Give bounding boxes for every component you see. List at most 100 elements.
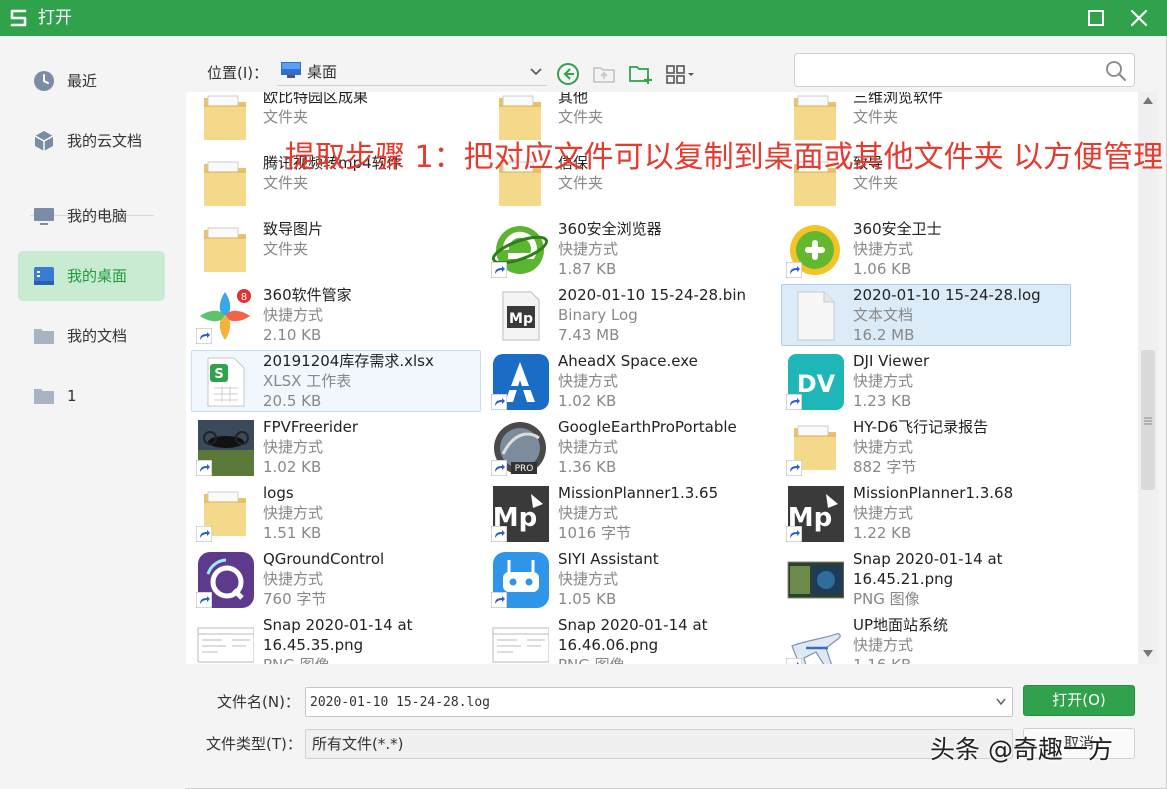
file-name: 20191204库存需求.xlsx — [263, 352, 434, 370]
search-box[interactable] — [794, 53, 1135, 87]
file-type: 快捷方式 — [558, 570, 619, 588]
up-folder-icon[interactable] — [591, 61, 617, 87]
shortcut-arrow-icon — [786, 658, 802, 664]
folder-icon — [204, 95, 246, 140]
file-thumbnail — [196, 156, 254, 212]
file-size: 1016 字节 — [558, 524, 631, 542]
chevron-down-icon[interactable] — [996, 698, 1006, 706]
svg-text:8: 8 — [241, 292, 247, 303]
file-item[interactable]: Snap 2020-01-14 at 16.45.21.png PNG 图像 — [781, 548, 1071, 610]
file-list[interactable]: 欧比特园区成果 文件夹 其他 文件夹 三维浏览软件 文件夹 腾讯视频转mp4软件 文件夹 信保文… — [186, 92, 1138, 664]
sidebar-item-label: 我的云文档 — [67, 132, 143, 150]
sidebar-item-label: 我的电脑 — [67, 207, 128, 225]
file-name: UP地面站系统 — [853, 616, 949, 634]
shortcut-arrow-icon — [196, 328, 212, 344]
file-item[interactable]: PRO GoogleEarthProPortable 快捷方式 1.36 KB — [486, 416, 776, 478]
file-size: 1.22 KB — [853, 524, 912, 542]
file-thumbnail — [491, 618, 549, 664]
sidebar-item-my-documents[interactable]: 我的文档 — [18, 311, 165, 361]
file-item[interactable]: 2020-01-10 15-24-28.log 文本文档 16.2 MB — [781, 284, 1071, 346]
location-value: 桌面 — [307, 63, 338, 81]
file-type: 快捷方式 — [558, 504, 619, 522]
open-button[interactable]: 打开(O) — [1023, 685, 1135, 716]
filetype-select[interactable]: 所有文件(*.*) — [305, 729, 1013, 759]
shortcut-arrow-icon — [786, 394, 802, 410]
file-item[interactable]: Mp 2020-01-10 15-24-28.bin Binary Log 7.43 … — [486, 284, 776, 346]
file-type: 文件夹 — [558, 108, 604, 126]
file-item[interactable]: HY-D6飞行记录报告 快捷方式 882 字节 — [781, 416, 1071, 478]
file-thumbnail — [786, 222, 844, 278]
file-name: SIYI Assistant — [558, 550, 659, 568]
file-type: 文件夹 — [853, 108, 899, 126]
search-input[interactable] — [803, 58, 1103, 82]
file-type: 文件夹 — [263, 108, 309, 126]
file-name: 欧比特园区成果 — [263, 92, 369, 106]
location-dropdown[interactable]: 桌面 — [277, 58, 547, 86]
annotation-overlay: 提取步骤 1：把对应文件可以复制到桌面或其他文件夹 以方便管理 — [285, 140, 1164, 175]
file-item[interactable]: UP地面站系统快捷方式1.16 KB — [781, 614, 1071, 664]
file-size: 1.36 KB — [558, 458, 617, 476]
search-icon[interactable] — [1105, 60, 1127, 82]
file-size: 1.06 KB — [853, 260, 912, 278]
sidebar-item-my-computer[interactable]: 我的电脑 — [18, 191, 165, 241]
cloud-cube-icon — [34, 131, 54, 151]
file-item[interactable]: Mp MissionPlanner1.3.68 快捷方式 1.22 KB — [781, 482, 1071, 544]
sidebar-item-folder-1[interactable]: 1 — [18, 371, 165, 421]
file-type: 快捷方式 — [853, 438, 914, 456]
new-folder-icon[interactable] — [627, 61, 653, 87]
sidebar-item-recent[interactable]: 最近 — [18, 56, 165, 106]
scroll-down-icon[interactable] — [1143, 650, 1153, 658]
file-item[interactable]: 360安全卫士 快捷方式 1.06 KB — [781, 218, 1071, 280]
filename-input[interactable] — [310, 691, 990, 713]
shortcut-arrow-icon — [196, 460, 212, 476]
image-thumbnail-icon — [197, 627, 254, 663]
file-item[interactable]: logs 快捷方式 1.51 KB — [191, 482, 481, 544]
shortcut-arrow-icon — [491, 460, 507, 476]
file-item[interactable]: DV DJI Viewer 快捷方式 1.23 KB — [781, 350, 1071, 412]
sidebar-item-cloud-docs[interactable]: 我的云文档 — [18, 116, 165, 166]
file-size: 760 字节 — [263, 590, 327, 608]
file-item[interactable]: Snap 2020-01-14 at 16.45.35.pngPNG 图像 — [191, 614, 481, 664]
view-mode-icon[interactable] — [664, 61, 696, 87]
file-item[interactable]: S 20191204库存需求.xlsx XLSX 工作表 20.5 KB — [191, 350, 481, 412]
svg-text:DV: DV — [797, 370, 836, 398]
file-item[interactable]: Mp MissionPlanner1.3.65 快捷方式 1016 字节 — [486, 482, 776, 544]
file-thumbnail — [786, 92, 844, 146]
file-size: 1.05 KB — [558, 590, 617, 608]
scroll-up-icon[interactable] — [1143, 96, 1153, 104]
file-type: 快捷方式 — [263, 504, 324, 522]
file-item[interactable]: SIYI Assistant 快捷方式 1.05 KB — [486, 548, 776, 610]
file-name: 三维浏览软件 — [853, 92, 944, 106]
file-thumbnail: 8 — [196, 288, 254, 344]
file-item[interactable]: Snap 2020-01-14 at 16.46.06.pngPNG 图像 — [486, 614, 776, 664]
file-type: 快捷方式 — [558, 240, 619, 258]
maximize-icon[interactable] — [1086, 8, 1106, 28]
file-name: Snap 2020-01-14 at 16.45.35.png — [263, 616, 413, 654]
file-name: 2020-01-10 15-24-28.log — [853, 286, 1041, 304]
shortcut-arrow-icon — [786, 460, 802, 476]
vertical-scrollbar[interactable] — [1138, 92, 1158, 664]
file-type: 快捷方式 — [263, 570, 324, 588]
file-size: 882 字节 — [853, 458, 917, 476]
file-item[interactable]: AheadX Space.exe 快捷方式 1.02 KB — [486, 350, 776, 412]
file-item[interactable]: 360安全浏览器 快捷方式 1.87 KB — [486, 218, 776, 280]
filename-combobox[interactable] — [305, 687, 1013, 717]
window-title: 打开 — [38, 8, 72, 28]
file-type: PNG 图像 — [263, 655, 330, 664]
desktop-icon — [34, 267, 54, 285]
file-item[interactable]: 致导图片 文件夹 — [191, 218, 481, 280]
file-item[interactable]: 8 360软件管家 快捷方式 2.10 KB — [191, 284, 481, 346]
file-size: 1.23 KB — [853, 392, 912, 410]
shortcut-arrow-icon — [491, 394, 507, 410]
sidebar: 最近 我的云文档 我的电脑 我的桌面 我的文档 1 — [0, 36, 185, 789]
folder-icon — [499, 95, 541, 140]
close-icon[interactable] — [1127, 6, 1151, 30]
sidebar-item-my-desktop[interactable]: 我的桌面 — [18, 251, 165, 301]
file-type: 快捷方式 — [263, 438, 324, 456]
file-type: 快捷方式 — [853, 504, 914, 522]
back-icon[interactable] — [555, 61, 581, 87]
file-thumbnail: S — [196, 354, 254, 410]
file-item[interactable]: QGroundControl 快捷方式 760 字节 — [191, 548, 481, 610]
file-item[interactable]: FPVFreerider 快捷方式 1.02 KB — [191, 416, 481, 478]
file-size: 1.16 KB — [853, 655, 911, 664]
